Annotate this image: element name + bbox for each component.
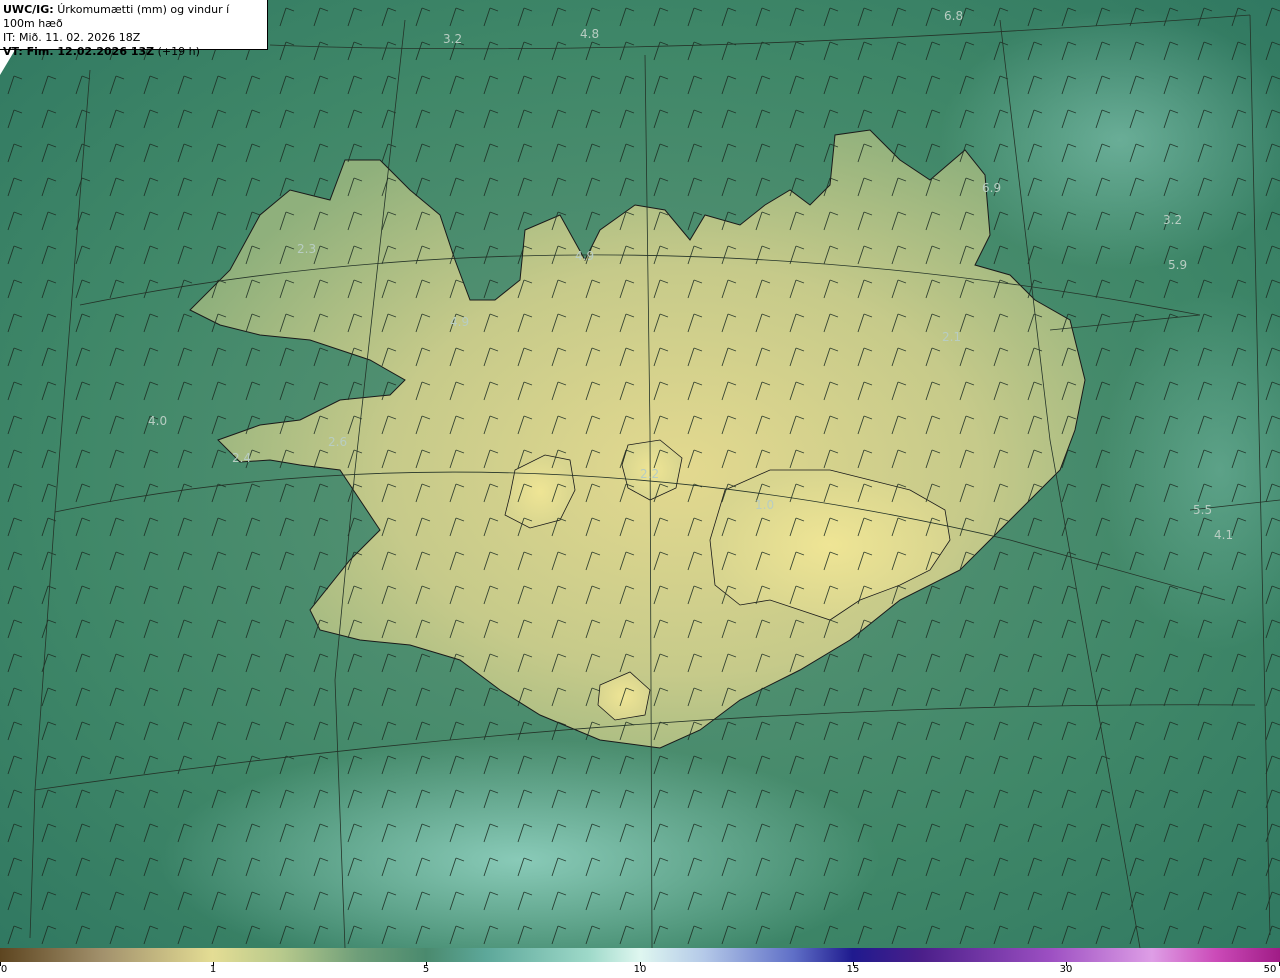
colorbar-tick-label: 0 [0,964,8,975]
value-label: 2.4 [232,451,251,465]
value-label: 4.9 [575,249,594,263]
colorbar-tick-label: 50 [1263,964,1277,975]
value-label: 6.8 [944,9,963,23]
value-label: 2.3 [297,242,316,256]
value-label: 4.1 [1214,528,1233,542]
colorbar-gradient [0,948,1280,962]
title-line: UWC/IG: Úrkomumætti (mm) og vindur í 100… [3,3,264,31]
valid-time: VT: Fim. 12.02.2026 13Z [3,45,155,58]
value-label: 2.6 [328,435,347,449]
value-label: 5.5 [1193,503,1212,517]
init-time: IT: Mið. 11. 02. 2026 18Z [3,31,141,44]
value-label: 3.2 [1163,213,1182,227]
value-label: 2.1 [942,330,961,344]
value-label: 4.9 [450,315,469,329]
value-label: 1.0 [755,498,774,512]
colorbar-tick-label: 5 [422,964,430,975]
value-label: 4.0 [148,414,167,428]
value-label: 2.2 [640,467,659,481]
colorbar-tick-label: 1 [209,964,217,975]
value-label: 6.9 [982,181,1001,195]
value-label: 4.8 [580,27,599,41]
colorbar-tick-label: 30 [1059,964,1073,975]
value-label: 5.9 [1168,258,1187,272]
value-label: 3.2 [443,32,462,46]
model-label: UWC/IG: [3,3,54,16]
colorbar-tick-label: 10 [633,964,647,975]
map-info-box: UWC/IG: Úrkomumætti (mm) og vindur í 100… [0,0,268,58]
valid-time-line: VT: Fim. 12.02.2026 13Z (+19 h) [3,45,264,59]
valid-offset: (+19 h) [157,45,200,58]
colorbar: 0 1 5 10 15 30 50 [0,948,1280,978]
colorbar-tick-label: 15 [846,964,860,975]
forecast-map: 3.2 4.8 6.8 6.9 3.2 5.9 4.9 4.9 2.3 4.0 … [0,0,1280,948]
